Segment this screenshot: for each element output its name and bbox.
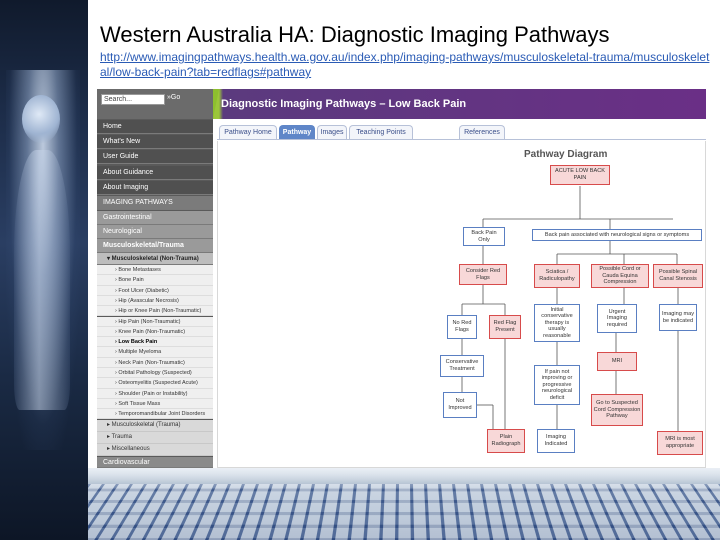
box-sciatica: Sciatica / Radiculopathy [534, 264, 580, 288]
box-not-improved: Not Improved [443, 392, 477, 418]
box-plain-radiograph: Plain Radiograph [487, 429, 525, 453]
pathway-url-link[interactable]: http://www.imagingpathways.health.wa.gov… [100, 50, 712, 80]
box-imaging-indicated: Imaging Indicated [537, 429, 575, 453]
box-urgent-imaging: Urgent Imaging required [597, 304, 637, 333]
box-acute-low-back-pain: ACUTE LOW BACK PAIN [550, 165, 610, 185]
box-back-pain-only: Back Pain Only [463, 227, 505, 246]
box-spinal-stenosis: Possible Spinal Canal Stenosis [653, 264, 703, 288]
decorative-tile-band [88, 468, 720, 540]
box-mri-most-appropriate: MRI is most appropriate [657, 431, 703, 455]
box-red-flag-present: Red Flag Present [489, 315, 521, 339]
website-screenshot: Search... »Go Home What's New User Guide… [97, 89, 706, 468]
decorative-statue-image [0, 0, 88, 540]
statue-robe [14, 150, 70, 410]
tile-pattern [88, 484, 720, 540]
band-haze [88, 468, 720, 490]
box-mri: MRI [597, 352, 637, 371]
box-no-red-flags: No Red Flags [447, 315, 477, 339]
statue-head [22, 95, 60, 143]
url-line-1[interactable]: http://www.imagingpathways.health.wa.gov… [100, 50, 593, 64]
slide-title: Western Australia HA: Diagnostic Imaging… [100, 22, 610, 47]
box-go-suspected-cord: Go to Suspected Cord Compression Pathway [591, 394, 643, 426]
box-neurological-signs: Back pain associated with neurological s… [532, 229, 702, 241]
box-if-pain-not-improving: If pain not improving or progressive neu… [534, 365, 580, 405]
box-conservative-treatment: Conservative Treatment [440, 355, 484, 377]
box-cauda-equina: Possible Cord or Cauda Equina Compressio… [591, 264, 649, 288]
box-consider-red-flags: Consider Red Flags [459, 264, 507, 285]
box-imaging-may-be: Imaging may be indicated [659, 304, 697, 331]
box-initial-conservative: Initial conservative therapy is usually … [534, 304, 580, 342]
